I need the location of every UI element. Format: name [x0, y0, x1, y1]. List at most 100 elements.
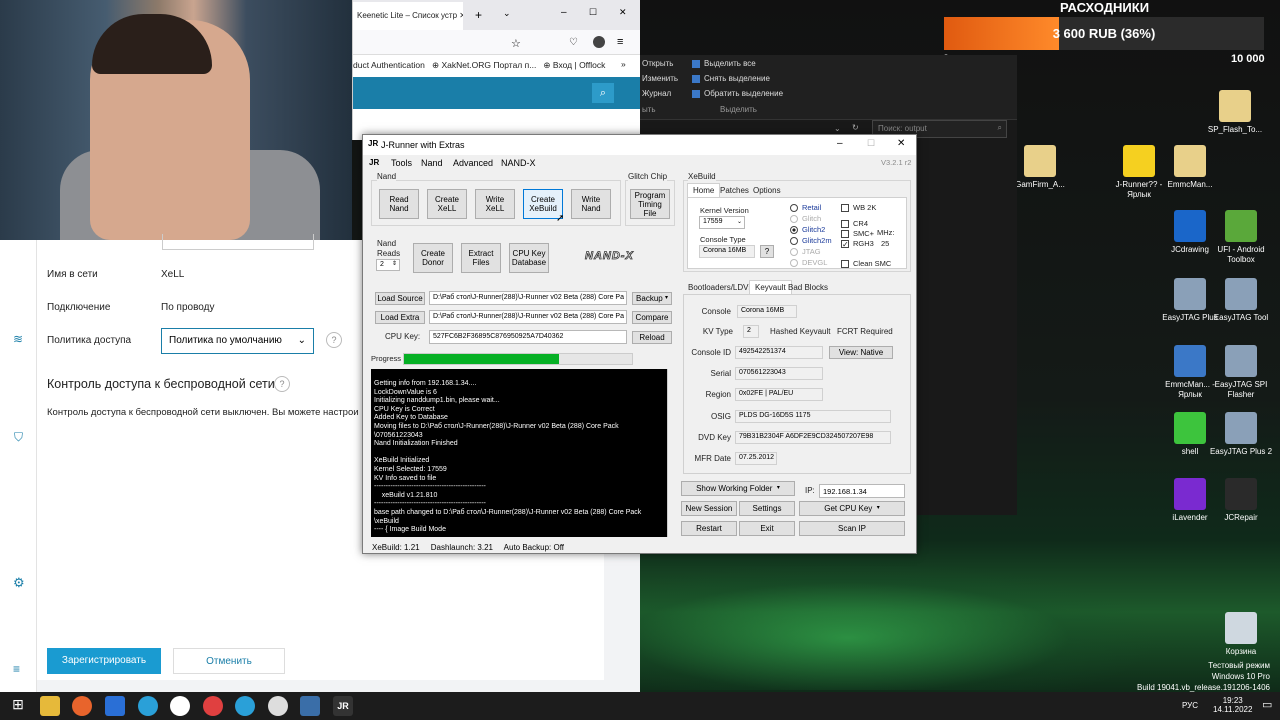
gear-icon[interactable]: ⚙ [13, 575, 25, 591]
desktop-icon[interactable]: EmmcMan... [1155, 145, 1225, 190]
access-policy-select[interactable]: Политика по умолчанию ⌄ [161, 328, 314, 354]
pocket-icon[interactable]: ♡ [569, 37, 578, 48]
telegram-2-icon[interactable] [235, 696, 255, 716]
glitch-radio[interactable]: Glitch [790, 214, 821, 224]
xebuild-checkbox[interactable]: SMC+ [841, 229, 874, 239]
close-icon[interactable]: ✕ [459, 11, 463, 20]
glitch-radio[interactable]: Glitch2m [790, 236, 832, 246]
menu-nandx[interactable]: NAND-X [501, 158, 536, 168]
shield-icon[interactable]: ⛉ [14, 430, 23, 445]
menu-tools[interactable]: Tools [391, 158, 412, 168]
xebuild-checkbox[interactable]: ✓ RGH3 [841, 239, 874, 249]
extra-path-input[interactable]: D:\Раб стол\J-Runner(288)\J-Runner v02 B… [429, 310, 627, 324]
ribbon-history[interactable]: Журнал [642, 89, 671, 98]
glitch-radio[interactable]: Retail [790, 203, 821, 213]
glitch-radio[interactable]: Glitch2 [790, 225, 825, 235]
new-session-button[interactable]: New Session [681, 501, 737, 516]
help-icon[interactable]: ? [326, 332, 342, 348]
read-nand-button[interactable]: Read Nand [379, 189, 419, 219]
xebuild-checkbox[interactable]: WB 2K [841, 203, 876, 213]
create-donor-button[interactable]: Create Donor [413, 243, 453, 273]
star-icon[interactable]: ☆ [511, 37, 521, 50]
show-working-folder-button[interactable]: Show Working Folder ▾ [681, 481, 795, 496]
glitch-radio[interactable]: DEVGL [790, 258, 827, 268]
chevron-down-icon[interactable]: ⌄ [834, 124, 841, 133]
refresh-icon[interactable]: ↻ [852, 123, 859, 132]
jrunner-menu-icon[interactable]: JR [369, 158, 379, 167]
program-timing-file-button[interactable]: Program Timing File [630, 189, 670, 219]
backup-button[interactable]: Backup ▾ [632, 292, 672, 305]
name-input-top[interactable] [162, 234, 314, 250]
keyboard-language[interactable]: РУС [1182, 701, 1198, 710]
notifications-icon[interactable]: ▭ [1262, 698, 1272, 711]
yandex-browser-icon[interactable] [203, 696, 223, 716]
log-scrollbar[interactable] [667, 369, 677, 537]
write-nand-button[interactable]: Write Nand [571, 189, 611, 219]
chevron-down-icon[interactable]: ⌄ [503, 8, 511, 19]
browser-address-bar[interactable]: ☆ ♡ ≡ [353, 30, 640, 55]
select-all[interactable]: Выделить все [692, 59, 756, 68]
desktop-icon[interactable]: EasyJTAG Tool [1206, 278, 1276, 323]
app-plus-icon[interactable] [170, 696, 190, 716]
help-button[interactable]: ? [760, 245, 774, 258]
load-source-button[interactable]: Load Source [375, 292, 425, 305]
extract-files-button[interactable]: Extract Files [461, 243, 501, 273]
restart-button[interactable]: Restart [681, 521, 737, 536]
telegram-icon[interactable] [138, 696, 158, 716]
select-none[interactable]: Снять выделение [692, 74, 770, 83]
close-window-icon[interactable]: ✕ [897, 138, 905, 149]
firefox-icon[interactable] [72, 696, 92, 716]
clock[interactable]: 19:23 14.11.2022 [1213, 696, 1252, 714]
cancel-button[interactable]: Отменить [173, 648, 285, 674]
load-extra-button[interactable]: Load Extra [375, 311, 425, 324]
exit-button[interactable]: Exit [739, 521, 795, 536]
tab-options[interactable]: Options [748, 184, 786, 197]
kernel-version-select[interactable]: 17559 ⌄ [699, 216, 745, 229]
close-window-icon[interactable]: ✕ [619, 7, 627, 18]
source-path-input[interactable]: D:\Раб стол\J-Runner(288)\J-Runner v02 B… [429, 291, 627, 305]
bookmark-item[interactable]: duct Authentication [353, 60, 425, 70]
maximize-icon[interactable]: ☐ [867, 138, 875, 149]
xebuild-checkbox[interactable]: CR4 [841, 219, 868, 229]
xebuild-checkbox[interactable]: Clean SMC [841, 259, 891, 269]
minimize-icon[interactable]: – [561, 7, 567, 18]
reload-button[interactable]: Reload [632, 331, 672, 344]
menu-advanced[interactable]: Advanced [453, 158, 493, 168]
help-icon[interactable]: ? [274, 376, 290, 392]
desktop-icon[interactable]: JCRepair [1206, 478, 1276, 523]
glitch-radio[interactable]: JTAG [790, 247, 821, 257]
wifi-icon[interactable]: ≋ [13, 332, 23, 346]
maximize-icon[interactable]: ☐ [589, 7, 597, 18]
browser-tab[interactable]: Keenetic Lite – Список устр ✕ [353, 2, 463, 30]
tab-bad-blocks[interactable]: Bad Blocks [783, 281, 833, 294]
ip-input[interactable]: 192.168.1.34 [819, 484, 905, 498]
desktop-icon[interactable]: UFI - Android Toolbox [1206, 210, 1276, 265]
register-button[interactable]: Зарегистрировать [47, 648, 161, 674]
compare-button[interactable]: Compare [632, 311, 672, 324]
collapse-menu-icon[interactable]: ≡ [13, 662, 20, 676]
cpu-key-database-button[interactable]: CPU Key Database [509, 243, 549, 273]
create-xell-button[interactable]: Create XeLL [427, 189, 467, 219]
view-native-button[interactable]: View: Native [829, 346, 893, 359]
minimize-icon[interactable]: – [837, 138, 843, 149]
file-explorer-icon[interactable] [40, 696, 60, 716]
app-settings-icon[interactable] [268, 696, 288, 716]
scan-ip-button[interactable]: Scan IP [799, 521, 905, 536]
settings-button[interactable]: Settings [739, 501, 795, 516]
desktop-icon[interactable]: Корзина [1206, 612, 1276, 657]
app-3-icon[interactable] [105, 696, 125, 716]
invert-selection[interactable]: Обратить выделение [692, 89, 783, 98]
jrunner-taskbar-icon[interactable]: JR [333, 696, 353, 716]
app-window-icon[interactable] [300, 696, 320, 716]
bookmark-item[interactable]: XakNet.ORG Портал п... [441, 60, 536, 70]
chevron-right-icon[interactable]: » [621, 59, 626, 69]
tab-bootloaders[interactable]: Bootloaders/LDVs [683, 281, 757, 294]
ribbon-open[interactable]: Открыть [642, 59, 673, 68]
new-tab-icon[interactable]: + [475, 8, 482, 22]
menu-icon[interactable]: ≡ [617, 36, 623, 48]
search-icon[interactable]: ⌕ [592, 83, 614, 103]
ribbon-edit[interactable]: Изменить [642, 74, 678, 83]
account-icon[interactable] [593, 36, 605, 48]
write-xell-button[interactable]: Write XeLL [475, 189, 515, 219]
desktop-icon[interactable]: EasyJTAG SPI Flasher [1206, 345, 1276, 400]
